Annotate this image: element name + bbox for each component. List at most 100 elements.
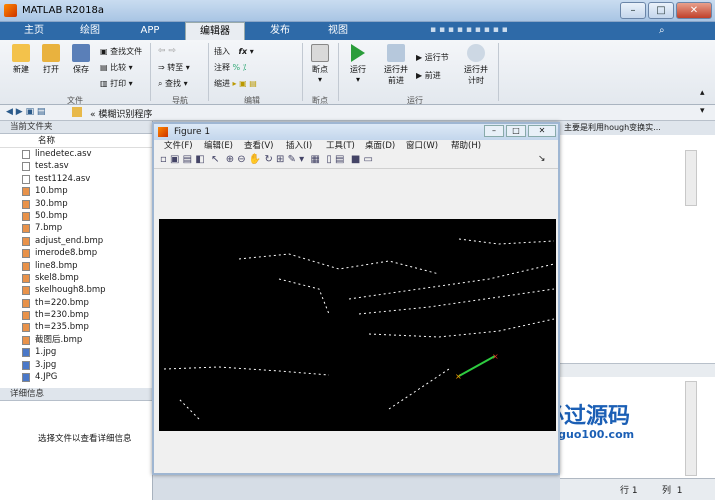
image-file-icon <box>22 236 30 246</box>
insert-button[interactable]: 插入 fx ▾ <box>214 46 254 57</box>
close-button[interactable]: ✕ <box>676 2 712 19</box>
file-list-item[interactable]: 截图后.bmp <box>0 334 152 346</box>
image-file-icon <box>22 261 30 271</box>
save-icon <box>72 44 90 62</box>
file-list-item[interactable]: linedetec.asv <box>0 148 152 160</box>
file-list-item[interactable]: 10.bmp <box>0 185 152 197</box>
open-button[interactable]: 打开 <box>38 44 64 75</box>
figure-menu-item[interactable]: 编辑(E) <box>204 140 233 153</box>
details-title: 详细信息 <box>0 388 152 401</box>
file-name: 10.bmp <box>35 186 68 197</box>
image-file-icon <box>22 311 30 321</box>
figure-toolbar-icons[interactable]: ▫ ▣ ▤ ◧ ↖ ⊕ ⊖ ✋ ↻ ⊞ ✎ ▾ ▦ ▯ ▤ ■ ▭ <box>160 154 373 165</box>
file-list-item[interactable]: 3.jpg <box>0 359 152 371</box>
file-list-item[interactable]: skel8.bmp <box>0 272 152 284</box>
file-list-item[interactable]: 7.bmp <box>0 222 152 234</box>
file-list-item[interactable]: th=220.bmp <box>0 297 152 309</box>
collapse-ribbon-icon[interactable]: ▴ <box>700 88 705 98</box>
file-name: 4.JPG <box>35 372 58 383</box>
maximize-button[interactable]: □ <box>648 2 674 19</box>
command-scrollbar[interactable] <box>685 381 697 476</box>
tab-plots[interactable]: 绘图 <box>64 22 116 40</box>
line-end-marker: × <box>492 352 499 361</box>
figure-menu-item[interactable]: 查看(V) <box>244 140 273 153</box>
tab-home[interactable]: 主页 <box>8 22 60 40</box>
figure-close-button[interactable]: ✕ <box>528 125 556 137</box>
file-list-item[interactable]: 1.jpg <box>0 346 152 358</box>
path-dropdown-icon[interactable]: ▾ <box>700 106 705 116</box>
run-and-time-button[interactable]: 运行并 计时 <box>458 44 494 86</box>
editor-tab[interactable]: 主要是利用hough变换实... <box>560 121 715 135</box>
comment-button[interactable]: 注释 % ⁒ <box>214 62 246 73</box>
run-and-advance-button[interactable]: 运行并 前进 <box>378 44 414 86</box>
window-title: MATLAB R2018a <box>22 5 105 16</box>
file-name: adjust_end.bmp <box>35 235 104 246</box>
comment-icon: % ⁒ <box>232 63 247 72</box>
breakpoints-button[interactable]: 断点 ▾ <box>306 44 334 84</box>
print-button[interactable]: ▥ 打印 ▾ <box>100 78 133 89</box>
name-column-header[interactable]: 名称 <box>0 134 152 148</box>
new-button[interactable]: 新建 <box>8 44 34 75</box>
quick-access-toolbar[interactable]: ▪ ▪ ▪ ▪ ▪ ▪ ▪ ▪ ▪ <box>430 25 530 37</box>
minimize-button[interactable]: – <box>620 2 646 19</box>
file-list-item[interactable]: 50.bmp <box>0 210 152 222</box>
run-icon <box>351 44 365 62</box>
image-file-icon <box>22 224 30 234</box>
run-section-button[interactable]: ▶ 运行节 <box>416 52 449 63</box>
file-list-item[interactable]: adjust_end.bmp <box>0 235 152 247</box>
tab-apps[interactable]: APP <box>124 22 176 40</box>
file-name: test1124.asv <box>35 173 91 184</box>
file-list-item[interactable]: test1124.asv <box>0 173 152 185</box>
editor-scrollbar[interactable] <box>685 150 697 206</box>
figure-minimize-button[interactable]: – <box>484 125 504 137</box>
figure-menu-item[interactable]: 插入(I) <box>286 140 312 153</box>
nav-arrows-icon[interactable]: ◀ ▶ ▣ ▤ <box>6 107 45 117</box>
file-name: th=220.bmp <box>35 297 89 308</box>
file-list-item[interactable]: line8.bmp <box>0 260 152 272</box>
folder-icon <box>72 107 82 117</box>
details-hint: 选择文件以查看详细信息 <box>38 434 132 444</box>
file-list-item[interactable]: th=235.bmp <box>0 321 152 333</box>
indent-button[interactable]: 缩进 ▸ ▣ ▤ <box>214 78 257 89</box>
image-file-icon <box>22 373 30 383</box>
file-name: linedetec.asv <box>35 149 92 159</box>
figure-menu-item[interactable]: 窗口(W) <box>406 140 438 153</box>
advance-button[interactable]: ▶ 前进 <box>416 70 441 81</box>
find-button[interactable]: ⌕ 查找 ▾ <box>158 78 188 89</box>
edge-line <box>388 368 450 410</box>
file-list-item[interactable]: th=230.bmp <box>0 309 152 321</box>
search-icon[interactable]: ⌕ <box>659 25 665 36</box>
figure-titlebar: Figure 1 – □ ✕ <box>154 124 558 140</box>
folder-icon <box>42 44 60 62</box>
figure-menu-item[interactable]: 帮助(H) <box>451 140 481 153</box>
figure-menu-item[interactable]: 桌面(D) <box>365 140 395 153</box>
run-button[interactable]: 运行 ▾ <box>344 44 372 84</box>
file-name: 3.jpg <box>35 359 57 370</box>
figure-maximize-button[interactable]: □ <box>506 125 526 137</box>
file-list-item[interactable]: 30.bmp <box>0 198 152 210</box>
panel-title: 当前文件夹 <box>0 121 152 134</box>
current-path[interactable]: « 模糊识别程序 <box>90 107 152 120</box>
figure-menu-item[interactable]: 文件(F) <box>164 140 193 153</box>
edge-line <box>458 238 555 245</box>
new-file-icon <box>12 44 30 62</box>
file-list-item[interactable]: imerode8.bmp <box>0 247 152 259</box>
goto-button[interactable]: ⇒ 转至 ▾ <box>158 62 190 73</box>
figure-menu-item[interactable]: 工具(T) <box>326 140 355 153</box>
file-list-item[interactable]: 4.JPG <box>0 371 152 383</box>
file-name: skelhough8.bmp <box>35 285 106 296</box>
save-button[interactable]: 保存 <box>68 44 94 75</box>
find-files-button[interactable]: ▣ 查找文件 <box>100 46 142 57</box>
file-list-item[interactable]: skelhough8.bmp <box>0 284 152 296</box>
file-name: 7.bmp <box>35 223 63 234</box>
image-file-icon <box>22 211 30 221</box>
back-forward-buttons[interactable]: ⇦ ⇨ <box>158 46 176 56</box>
file-list-item[interactable]: test.asv <box>0 160 152 172</box>
run-time-icon <box>467 44 485 62</box>
compare-button[interactable]: ▤ 比较 ▾ <box>100 62 133 73</box>
command-window-header <box>560 363 715 377</box>
dock-figure-icon[interactable]: ↘ <box>538 154 546 164</box>
tab-editor[interactable]: 编辑器 <box>185 22 245 40</box>
tab-publish[interactable]: 发布 <box>254 22 306 40</box>
tab-view[interactable]: 视图 <box>312 22 364 40</box>
